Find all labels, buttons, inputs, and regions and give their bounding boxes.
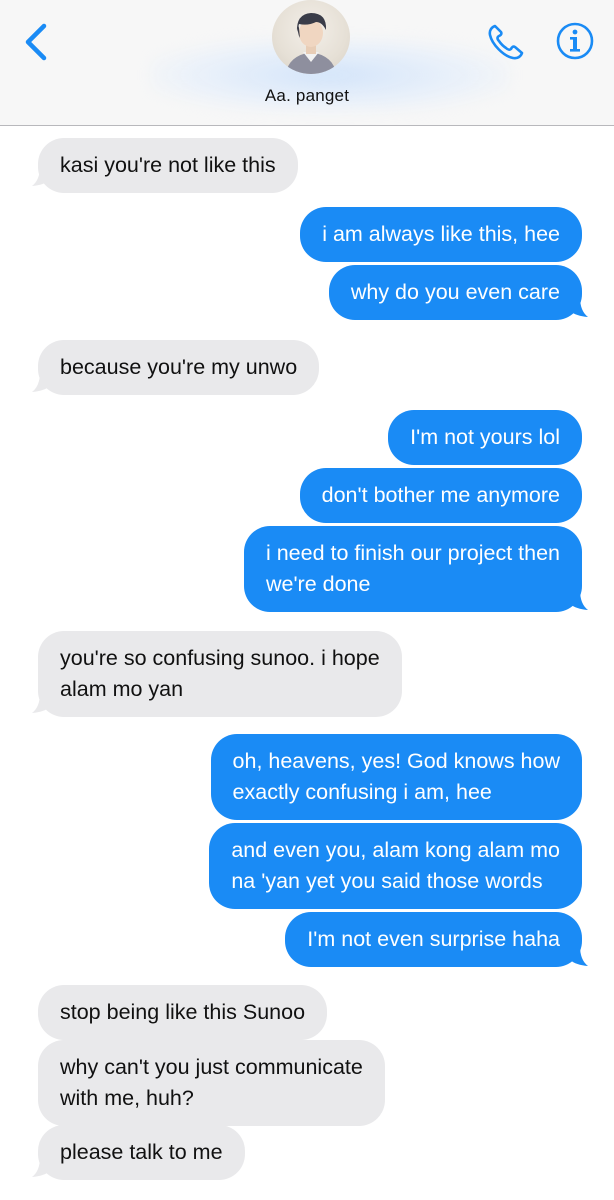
message-text: exactly confusing i am, hee — [232, 780, 492, 804]
message-bubble-incoming[interactable]: because you're my unwo — [38, 340, 320, 395]
message-text: we're done — [265, 572, 371, 596]
message-bubble-outgoing[interactable]: why do you even care — [328, 265, 582, 320]
bubble-tail — [570, 946, 588, 966]
message-bubble-outgoing[interactable]: I'm not yours lol — [388, 410, 582, 465]
message-text: oh, heavens, yes! God knows how — [232, 749, 560, 773]
contact-name[interactable]: Aa. panget — [0, 86, 614, 106]
message-bubble-outgoing[interactable]: don't bother me anymore — [299, 468, 582, 523]
message-text: stop being like this Sunoo — [60, 1000, 306, 1024]
message-text: with me, huh? — [60, 1086, 194, 1110]
message-text: na 'yan yet you said those words — [231, 869, 543, 893]
message-text: and even you, alam kong alam mo — [231, 838, 560, 862]
message-bubble-incoming[interactable]: please talk to me — [38, 1125, 245, 1180]
avatar[interactable] — [272, 0, 350, 74]
bubble-tail — [32, 372, 50, 392]
bubble-tail — [570, 590, 588, 610]
message-bubble-outgoing[interactable]: i need to finish our project then we're d… — [243, 526, 582, 612]
phone-icon[interactable] — [486, 22, 526, 62]
chevron-left-icon[interactable] — [22, 22, 52, 62]
message-text: because you're my unwo — [60, 355, 298, 379]
message-bubble-outgoing[interactable]: oh, heavens, yes! God knows how exactly c… — [210, 734, 582, 820]
message-text: i need to finish our project then — [265, 541, 560, 565]
message-text: you're so confusing sunoo. i hope — [60, 646, 380, 670]
message-bubble-incoming[interactable]: stop being like this Sunoo — [38, 985, 328, 1040]
bubble-tail — [32, 693, 50, 713]
message-text: alam mo yan — [60, 677, 184, 701]
message-text: please talk to me — [60, 1140, 223, 1164]
bubble-tail — [32, 1157, 50, 1177]
message-bubble-outgoing[interactable]: and even you, alam kong alam mo na 'yan y… — [209, 823, 582, 909]
message-bubble-incoming[interactable]: why can't you just communicate with me, h… — [38, 1040, 385, 1126]
message-text: i am always like this, hee — [322, 222, 560, 246]
message-text: I'm not even surprise haha — [307, 927, 560, 951]
message-text: kasi you're not like this — [60, 153, 276, 177]
message-bubble-outgoing[interactable]: i am always like this, hee — [300, 207, 582, 262]
message-text: why can't you just communicate — [60, 1055, 363, 1079]
conversation-header: Aa. panget — [0, 0, 614, 126]
info-icon[interactable] — [555, 21, 595, 61]
message-text: don't bother me anymore — [321, 483, 560, 507]
message-bubble-incoming[interactable]: kasi you're not like this — [38, 138, 298, 193]
message-bubble-outgoing[interactable]: I'm not even surprise haha — [285, 912, 582, 967]
bubble-tail — [32, 166, 50, 186]
message-text: why do you even care — [350, 280, 560, 304]
bubble-tail — [570, 297, 588, 317]
message-text: I'm not yours lol — [410, 425, 560, 449]
message-bubble-incoming[interactable]: you're so confusing sunoo. i hope alam mo… — [38, 631, 402, 717]
